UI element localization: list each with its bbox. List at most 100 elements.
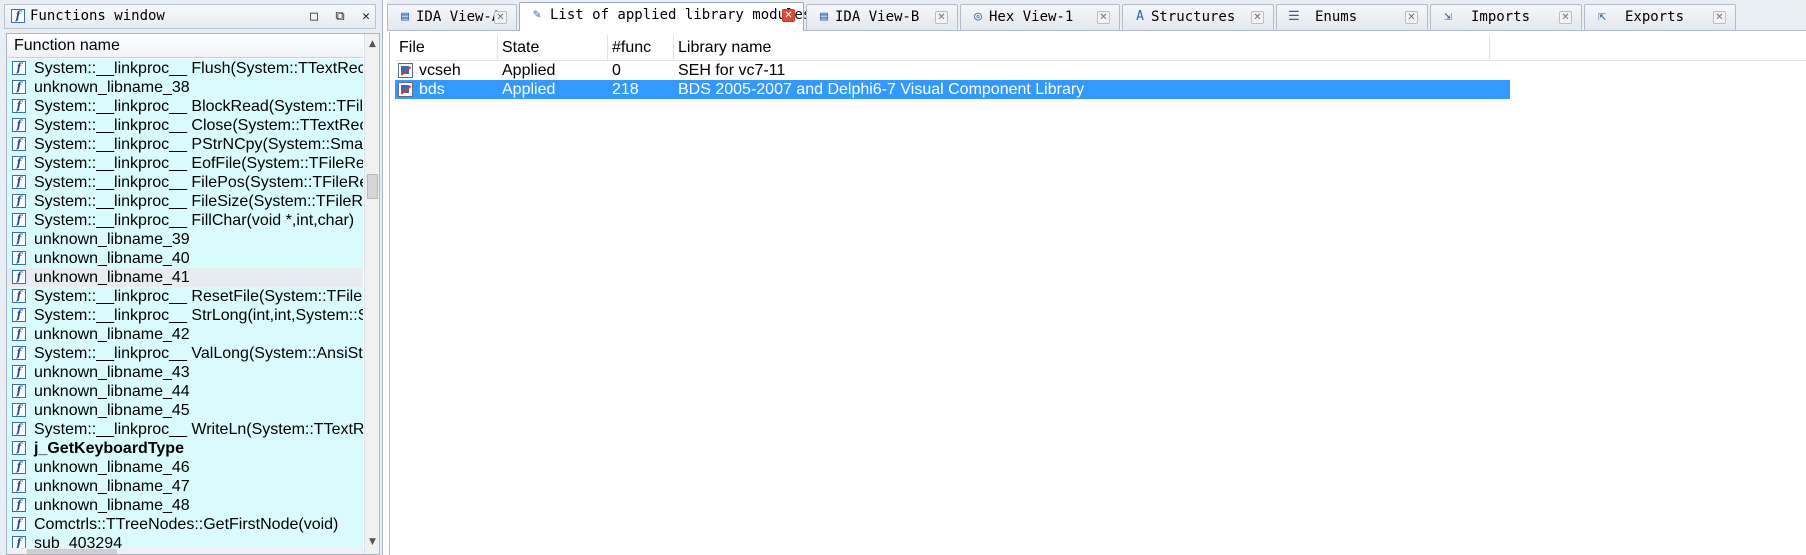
column-header-state[interactable]: State [498, 35, 608, 60]
vertical-scrollbar[interactable]: ▲ ▼ [364, 34, 379, 554]
function-icon: f [12, 384, 26, 398]
close-tab-icon[interactable]: ✕ [1713, 11, 1726, 24]
close-tab-icon[interactable]: ✕ [782, 9, 795, 22]
tab-hex-view-1[interactable]: ◎ Hex View-1 ✕ [960, 4, 1120, 30]
function-name: unknown_libname_45 [34, 402, 190, 419]
column-header-library-name[interactable]: Library name [674, 35, 1490, 60]
function-name: unknown_libname_48 [34, 497, 190, 514]
functions-window-titlebar: f Functions window □ ⧉ ✕ [4, 4, 376, 29]
scroll-down-arrow-icon[interactable]: ▼ [365, 534, 379, 550]
tab-ida-view-b[interactable]: ▤ IDA View-B ✕ [806, 4, 958, 30]
tab-enums[interactable]: ☰ Enums ✕ [1276, 4, 1428, 30]
function-name: System::__linkproc__ FileSize(System::TF… [34, 193, 363, 210]
tab-list-of-applied-library-modules[interactable]: ✎ List of applied library modules ✕ [519, 2, 811, 31]
function-name: Comctrls::TTreeNodes::GetFirstNode(void) [34, 516, 339, 533]
function-row[interactable]: f unknown_libname_39 [7, 230, 363, 249]
close-tab-icon[interactable]: ✕ [1405, 11, 1418, 24]
function-row[interactable]: f System::__linkproc__ ResetFile(System::… [7, 287, 363, 306]
float-window-button[interactable]: ⧉ [331, 8, 349, 26]
function-row[interactable]: f unknown_libname_42 [7, 325, 363, 344]
function-icon: f [12, 118, 26, 132]
tab-imports[interactable]: ⇲ Imports ✕ [1430, 4, 1582, 30]
imports-icon: ⇲ [1444, 9, 1452, 24]
scroll-up-arrow-icon[interactable]: ▲ [365, 36, 379, 52]
tab-exports[interactable]: ⇱ Exports ✕ [1584, 4, 1736, 30]
function-row[interactable]: f unknown_libname_41 [7, 268, 363, 287]
function-icon: f [12, 460, 26, 474]
function-icon: f [12, 403, 26, 417]
function-row[interactable]: f unknown_libname_46 [7, 458, 363, 477]
library-row[interactable]: vcseh Applied 0 SEH for vc7-11 [395, 61, 1510, 80]
close-window-button[interactable]: ✕ [357, 8, 375, 26]
function-icon: f [12, 346, 26, 360]
function-row[interactable]: f unknown_libname_40 [7, 249, 363, 268]
function-row[interactable]: f unknown_libname_43 [7, 363, 363, 382]
function-row[interactable]: f unknown_libname_44 [7, 382, 363, 401]
scrollbar-thumb[interactable] [367, 174, 378, 199]
function-row[interactable]: f j_GetKeyboardType [7, 439, 363, 458]
function-icon: f [12, 479, 26, 493]
column-header-function-name[interactable]: Function name [7, 34, 363, 58]
tab-ida-view-a[interactable]: ▤ IDA View-A ✕ [387, 4, 517, 30]
library-table-header: File State #func Library name [395, 35, 1806, 61]
tab-structures[interactable]: A Structures ✕ [1122, 4, 1274, 30]
close-tab-icon[interactable]: ✕ [1097, 11, 1110, 24]
function-icon: f [12, 327, 26, 341]
hex-view-icon: ◎ [974, 9, 982, 24]
function-name: unknown_libname_39 [34, 231, 190, 248]
column-header-file[interactable]: File [395, 35, 498, 60]
library-file: vcseh [419, 62, 461, 79]
library-module-icon [398, 63, 413, 78]
function-list: Function name f System::__linkproc__ Flus… [6, 33, 380, 555]
function-name: System::__linkproc__ BlockRead(System::T… [34, 98, 363, 115]
tab-label: Exports [1625, 9, 1685, 25]
function-name: System::__linkproc__ FilePos(System::TFi… [34, 174, 363, 191]
function-row[interactable]: f Comctrls::TTreeNodes::GetFirstNode(void… [7, 515, 363, 534]
close-tab-icon[interactable]: ✕ [935, 11, 948, 24]
tab-label: List of applied library modules [550, 7, 812, 23]
function-row[interactable]: f System::__linkproc__ ValLong(System::An… [7, 344, 363, 363]
restore-button[interactable]: □ [305, 8, 323, 26]
function-row[interactable]: f unknown_libname_47 [7, 477, 363, 496]
library-name: SEH for vc7-11 [678, 62, 786, 79]
function-row[interactable]: f System::__linkproc__ FillChar(void *,in… [7, 211, 363, 230]
function-row[interactable]: f unknown_libname_45 [7, 401, 363, 420]
function-name: System::__linkproc__ ValLong(System::Ans… [34, 345, 363, 362]
function-icon: f [12, 289, 26, 303]
function-icon: f [12, 99, 26, 113]
library-func-count: 0 [612, 62, 621, 79]
library-row[interactable]: bds Applied 218 BDS 2005-2007 and Delphi6-7… [395, 80, 1510, 99]
close-tab-icon[interactable]: ✕ [494, 11, 507, 24]
function-icon: f [12, 498, 26, 512]
tab-bar: ▤ IDA View-A ✕ ✎ List of applied library mod… [387, 0, 1806, 31]
function-row[interactable]: f System::__linkproc__ Close(System::TTex… [7, 116, 363, 135]
function-name: System::__linkproc__ FillChar(void *,int… [34, 212, 355, 229]
column-header-func-count[interactable]: #func [608, 35, 674, 60]
structures-icon: A [1136, 9, 1144, 24]
function-row[interactable]: f System::__linkproc__ BlockRead(System::… [7, 97, 363, 116]
function-name: unknown_libname_38 [34, 79, 190, 96]
function-row[interactable]: f System::__linkproc__ StrLong(int,int,Sy… [7, 306, 363, 325]
horizontal-scrollbar[interactable] [7, 548, 364, 554]
function-row[interactable]: f unknown_libname_38 [7, 78, 363, 97]
function-icon: f [12, 80, 26, 94]
function-name: System::__linkproc__ EofFile(System::TFi… [34, 155, 363, 172]
function-row[interactable]: f unknown_libname_48 [7, 496, 363, 515]
function-row[interactable]: f System::__linkproc__ PStrNCpy(System::S… [7, 135, 363, 154]
close-tab-icon[interactable]: ✕ [1559, 11, 1572, 24]
function-row[interactable]: f System::__linkproc__ EofFile(System::TF… [7, 154, 363, 173]
function-icon: f [12, 517, 26, 531]
function-row[interactable]: f System::__linkproc__ Flush(System::TTex… [7, 59, 363, 78]
doc-icon: ✎ [533, 7, 541, 22]
function-icon: f [12, 270, 26, 284]
exports-icon: ⇱ [1598, 9, 1606, 24]
function-row[interactable]: f System::__linkproc__ WriteLn(System::TT… [7, 420, 363, 439]
close-tab-icon[interactable]: ✕ [1251, 11, 1264, 24]
library-modules-view: File State #func Library name vcseh Appli… [389, 32, 1806, 555]
function-row[interactable]: f System::__linkproc__ FilePos(System::TF… [7, 173, 363, 192]
functions-window-title: Functions window [30, 8, 165, 24]
function-row[interactable]: f System::__linkproc__ FileSize(System::T… [7, 192, 363, 211]
horizontal-scrollbar-thumb[interactable] [27, 549, 117, 554]
function-name: unknown_libname_43 [34, 364, 190, 381]
function-icon: f [12, 175, 26, 189]
